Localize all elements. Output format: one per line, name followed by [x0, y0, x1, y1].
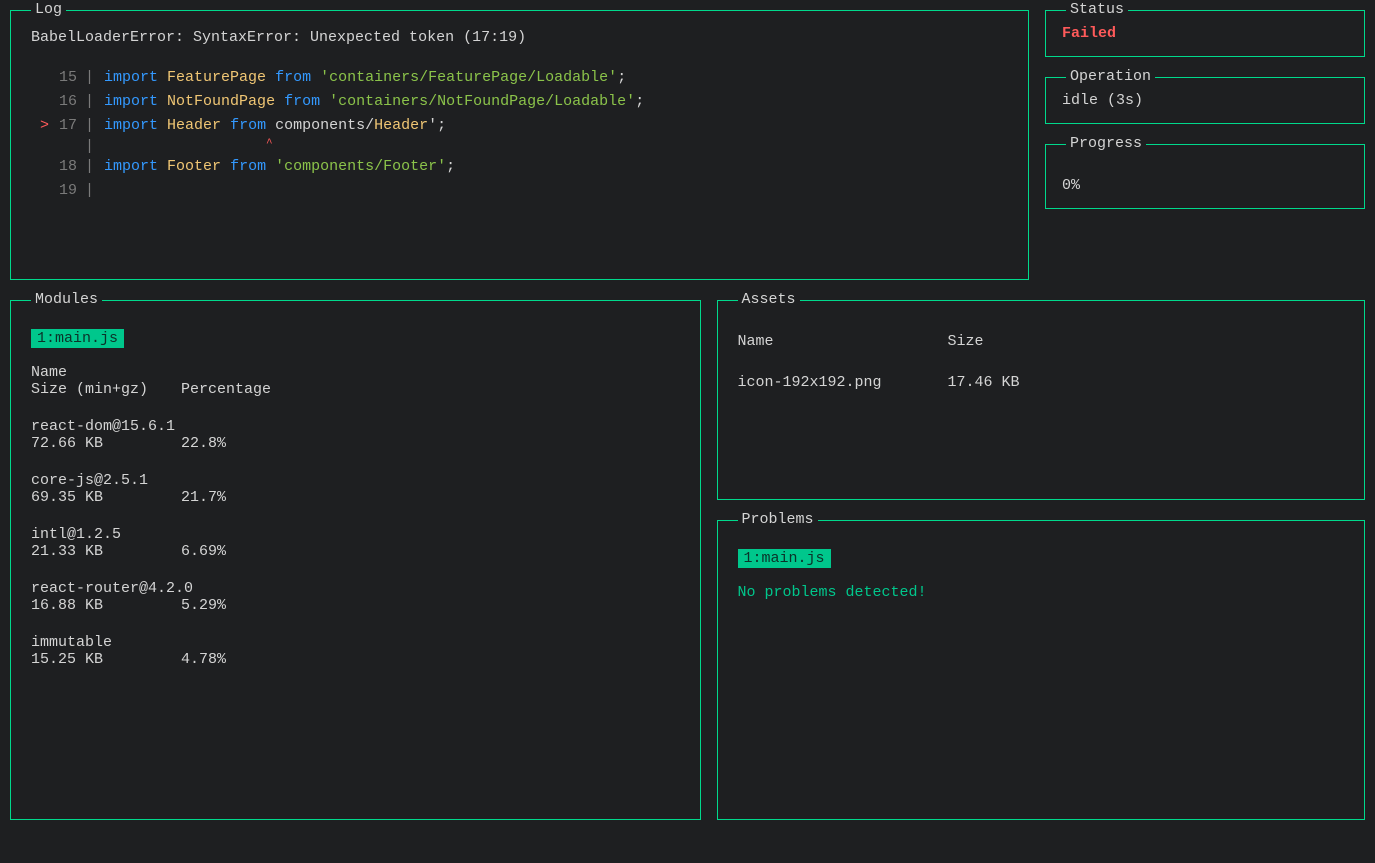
progress-value: 0% — [1062, 177, 1348, 194]
module-row: react-dom@15.6.1 72.66 KB 22.8% — [31, 418, 680, 452]
problems-message: No problems detected! — [738, 584, 1345, 601]
modules-header-name: Name — [31, 364, 680, 381]
module-name: core-js@2.5.1 — [31, 472, 680, 489]
module-size: 21.33 KB — [31, 543, 181, 560]
log-panel: Log BabelLoaderError: SyntaxError: Unexp… — [10, 10, 1029, 280]
line-separator: | — [85, 66, 94, 90]
status-panel: Status Failed — [1045, 10, 1365, 57]
modules-panel: Modules 1:main.js Name Size (min+gz) Per… — [10, 300, 701, 820]
status-value: Failed — [1062, 25, 1348, 42]
module-size: 16.88 KB — [31, 597, 181, 614]
module-row: immutable 15.25 KB 4.78% — [31, 634, 680, 668]
modules-badge[interactable]: 1:main.js — [31, 329, 124, 348]
line-number: 17 — [49, 114, 77, 138]
code-line-error: > 17 | import Header from components/Hea… — [31, 114, 1008, 138]
asset-name: icon-192x192.png — [738, 374, 948, 391]
operation-value: idle (3s) — [1062, 92, 1348, 109]
line-number: 15 — [49, 66, 77, 90]
module-name: immutable — [31, 634, 680, 651]
line-separator: | — [85, 138, 94, 155]
problems-panel: Problems 1:main.js No problems detected! — [717, 520, 1366, 820]
log-error-message: BabelLoaderError: SyntaxError: Unexpecte… — [31, 29, 1008, 46]
assets-header-size: Size — [948, 333, 984, 350]
line-number: 16 — [49, 90, 77, 114]
module-name: intl@1.2.5 — [31, 526, 680, 543]
module-pct: 5.29% — [181, 597, 226, 614]
assets-panel: Assets Name Size icon-192x192.png 17.46 … — [717, 300, 1366, 500]
code-line: 18 | import Footer from 'components/Foot… — [31, 155, 1008, 179]
modules-header-pct: Percentage — [181, 381, 271, 398]
line-number: 19 — [49, 179, 77, 203]
module-pct: 6.69% — [181, 543, 226, 560]
asset-size: 17.46 KB — [948, 374, 1020, 391]
module-pct: 4.78% — [181, 651, 226, 668]
progress-title: Progress — [1066, 135, 1146, 152]
caret-line: | import Header from ^ — [31, 138, 1008, 155]
line-separator: | — [85, 155, 94, 179]
line-separator: | — [85, 114, 94, 138]
error-marker: > — [31, 114, 49, 138]
operation-panel: Operation idle (3s) — [1045, 77, 1365, 124]
asset-row: icon-192x192.png 17.46 KB — [738, 374, 1345, 391]
assets-title: Assets — [738, 291, 800, 308]
modules-header-size: Size (min+gz) — [31, 381, 181, 398]
module-row: core-js@2.5.1 69.35 KB 21.7% — [31, 472, 680, 506]
problems-badge[interactable]: 1:main.js — [738, 549, 831, 568]
module-size: 15.25 KB — [31, 651, 181, 668]
module-size: 69.35 KB — [31, 489, 181, 506]
module-pct: 21.7% — [181, 489, 226, 506]
module-name: react-dom@15.6.1 — [31, 418, 680, 435]
log-title: Log — [31, 1, 66, 18]
code-line: 16 | import NotFoundPage from 'container… — [31, 90, 1008, 114]
progress-panel: Progress 0% — [1045, 144, 1365, 209]
module-name: react-router@4.2.0 — [31, 580, 680, 597]
module-size: 72.66 KB — [31, 435, 181, 452]
assets-header-name: Name — [738, 333, 948, 350]
modules-title: Modules — [31, 291, 102, 308]
line-separator: | — [85, 90, 94, 114]
code-line: 19 | — [31, 179, 1008, 203]
code-line: 15 | import FeaturePage from 'containers… — [31, 66, 1008, 90]
status-title: Status — [1066, 1, 1128, 18]
module-row: intl@1.2.5 21.33 KB 6.69% — [31, 526, 680, 560]
module-row: react-router@4.2.0 16.88 KB 5.29% — [31, 580, 680, 614]
module-pct: 22.8% — [181, 435, 226, 452]
problems-title: Problems — [738, 511, 818, 528]
operation-title: Operation — [1066, 68, 1155, 85]
error-caret: ^ — [266, 138, 273, 155]
line-separator: | — [85, 179, 94, 203]
line-number: 18 — [49, 155, 77, 179]
